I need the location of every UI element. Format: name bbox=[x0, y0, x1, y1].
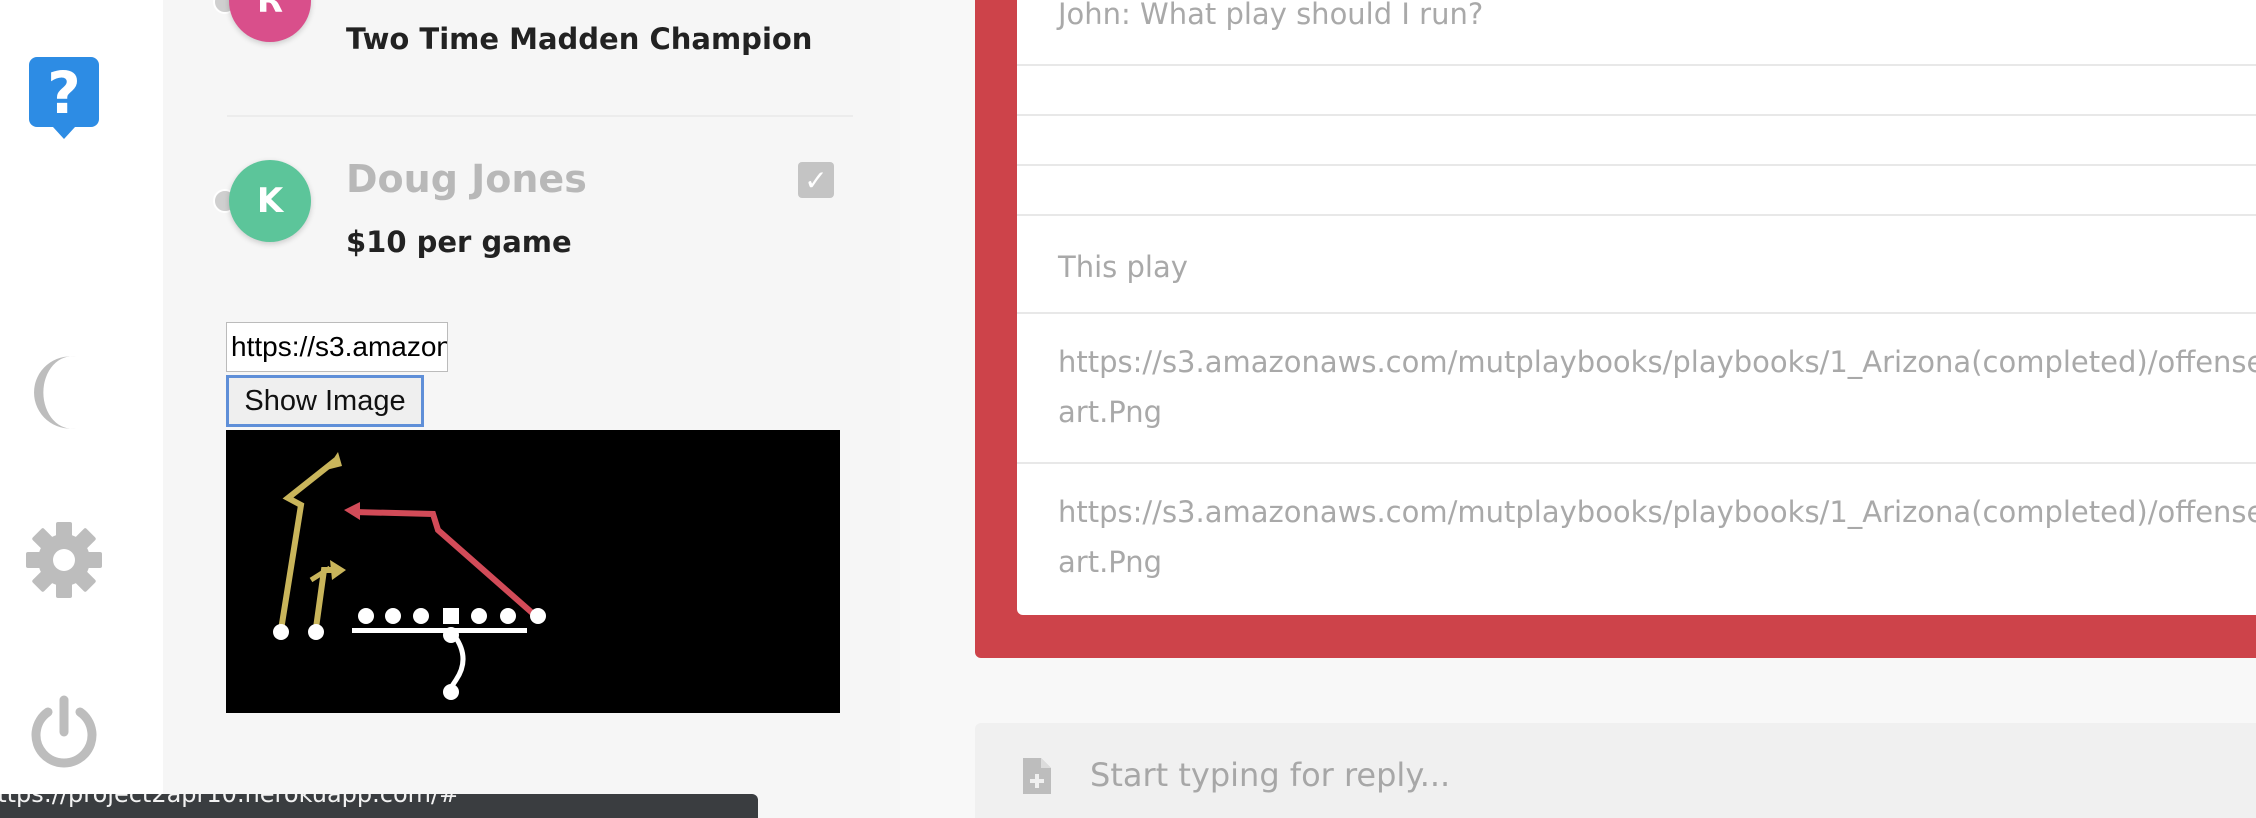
message-row bbox=[1017, 66, 2256, 116]
image-url-input[interactable]: https://s3.amazonaws bbox=[226, 322, 448, 372]
reply-input[interactable]: Start typing for reply... bbox=[975, 723, 2256, 818]
message-line: art.Png bbox=[1058, 395, 1163, 429]
message-row: https://s3.amazonaws.com/mutplaybooks/pl… bbox=[1017, 464, 2256, 612]
avatar: K bbox=[229, 160, 311, 242]
moon-icon[interactable] bbox=[30, 355, 100, 430]
play-diagram-image bbox=[226, 430, 840, 713]
help-icon[interactable]: ? bbox=[29, 57, 99, 139]
status-url-text: https://project2apr10.herokuapp.com/# bbox=[0, 794, 460, 808]
svg-text:?: ? bbox=[47, 59, 81, 127]
message-row: This play bbox=[1017, 216, 2256, 314]
message-row: https://s3.amazonaws.com/mutplaybooks/pl… bbox=[1017, 314, 2256, 464]
select-checkbox[interactable]: ✓ bbox=[798, 162, 834, 198]
avatar-initial: R bbox=[256, 0, 284, 21]
contact-subtitle: Two Time Madden Champion bbox=[346, 22, 813, 56]
message-line: https://s3.amazonaws.com/mutplaybooks/pl… bbox=[1058, 495, 2256, 529]
checkmark-icon: ✓ bbox=[804, 163, 828, 197]
reply-placeholder: Start typing for reply... bbox=[1090, 756, 1451, 794]
status-url-bar: https://project2apr10.herokuapp.com/# bbox=[0, 794, 758, 818]
message-line: https://s3.amazonaws.com/mutplaybooks/pl… bbox=[1058, 345, 2256, 379]
power-icon[interactable] bbox=[26, 694, 102, 770]
file-plus-icon[interactable] bbox=[1021, 756, 1053, 796]
contact-subtitle: $10 per game bbox=[346, 225, 572, 259]
chat-panel: John: What play should I run? This play … bbox=[900, 0, 2256, 818]
avatar: R bbox=[229, 0, 311, 42]
icon-sidebar: ? bbox=[0, 0, 163, 818]
message-row bbox=[1017, 166, 2256, 216]
contact-name: Doug Jones bbox=[346, 157, 587, 201]
gear-icon[interactable] bbox=[26, 522, 102, 598]
message-text: https://s3.amazonaws.com/mutplaybooks/pl… bbox=[1058, 487, 2256, 587]
message-text: This play bbox=[1058, 250, 1188, 284]
divider bbox=[227, 115, 853, 117]
avatar-initial: K bbox=[256, 181, 284, 221]
message-text: https://s3.amazonaws.com/mutplaybooks/pl… bbox=[1058, 337, 2256, 437]
message-line: art.Png bbox=[1058, 545, 1163, 579]
show-image-button[interactable]: Show Image bbox=[226, 375, 424, 427]
message-text: John: What play should I run? bbox=[1058, 0, 1484, 31]
message-row: John: What play should I run? bbox=[1017, 0, 2256, 66]
message-row bbox=[1017, 116, 2256, 166]
message-list: John: What play should I run? This play … bbox=[1017, 0, 2256, 615]
